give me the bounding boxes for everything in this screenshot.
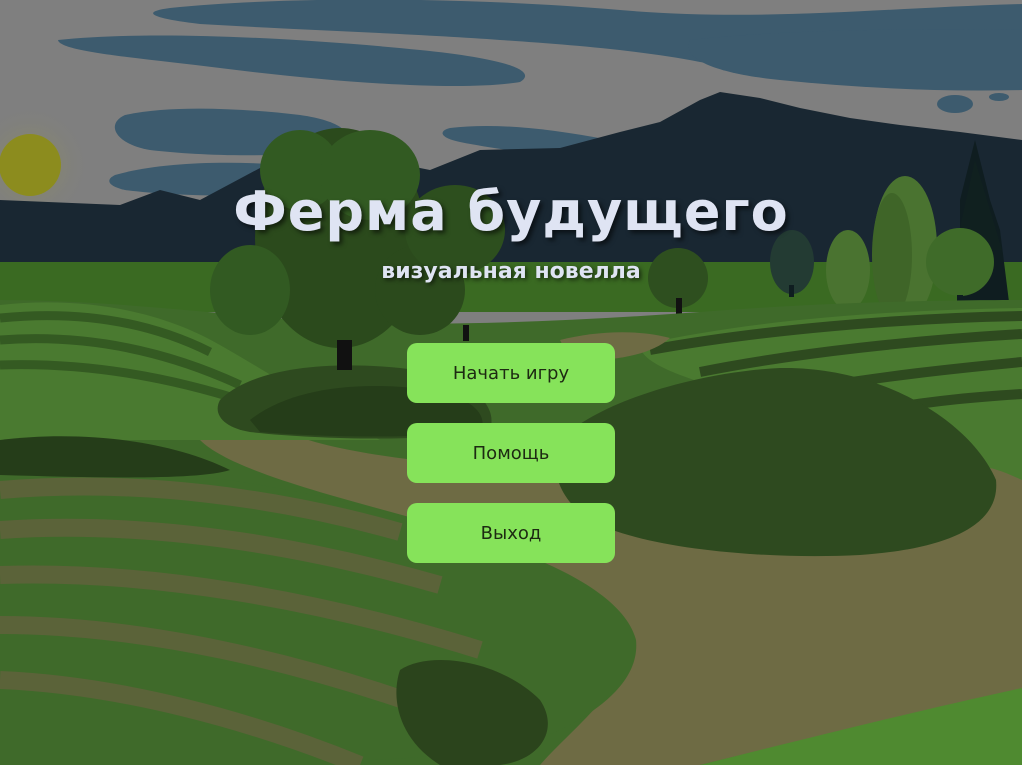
main-menu-screen: Ферма будущего визуальная новелла Начать…	[0, 0, 1022, 765]
main-menu: Начать игру Помощь Выход	[407, 343, 615, 583]
game-title: Ферма будущего	[233, 180, 789, 243]
exit-button[interactable]: Выход	[407, 503, 615, 563]
start-game-button[interactable]: Начать игру	[407, 343, 615, 403]
game-subtitle: визуальная новелла	[381, 259, 641, 284]
help-button[interactable]: Помощь	[407, 423, 615, 483]
